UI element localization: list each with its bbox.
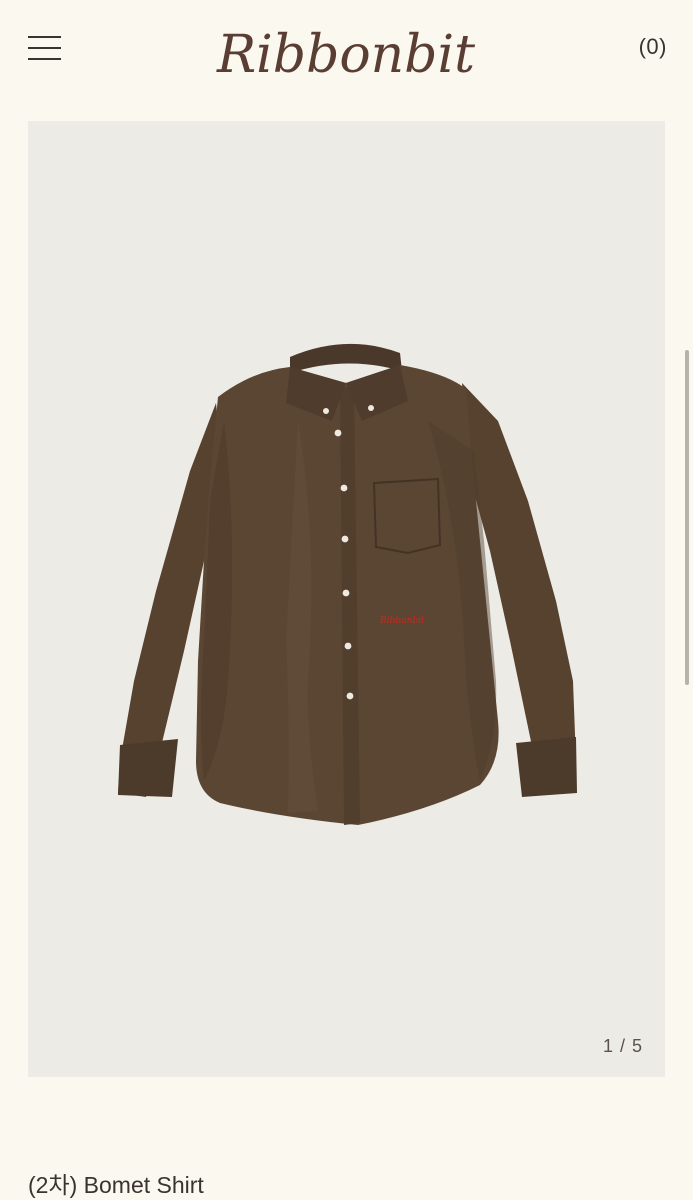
product-image: Ribbonbit	[118, 343, 577, 825]
menu-line	[28, 58, 61, 60]
logo-text: Ribbonbit	[216, 25, 475, 85]
menu-line	[28, 47, 61, 49]
svg-text:Ribbonbit: Ribbonbit	[379, 616, 425, 626]
page-scrollbar[interactable]	[685, 350, 689, 685]
image-counter: 1 / 5	[602, 1036, 643, 1056]
cart-button[interactable]: (0)	[639, 34, 667, 60]
product-title: (2차) Bomet Shirt	[28, 1172, 204, 1198]
product-image-gallery[interactable]: Ribbonbit 1 / 5	[28, 121, 665, 1077]
brand-logo[interactable]: Ribbonbit	[190, 14, 502, 86]
brand-logo-wordmark: Ribbonbit	[216, 25, 475, 85]
hamburger-menu-icon[interactable]	[28, 34, 62, 62]
header: Ribbonbit (0)	[0, 0, 693, 100]
menu-line	[28, 36, 61, 38]
